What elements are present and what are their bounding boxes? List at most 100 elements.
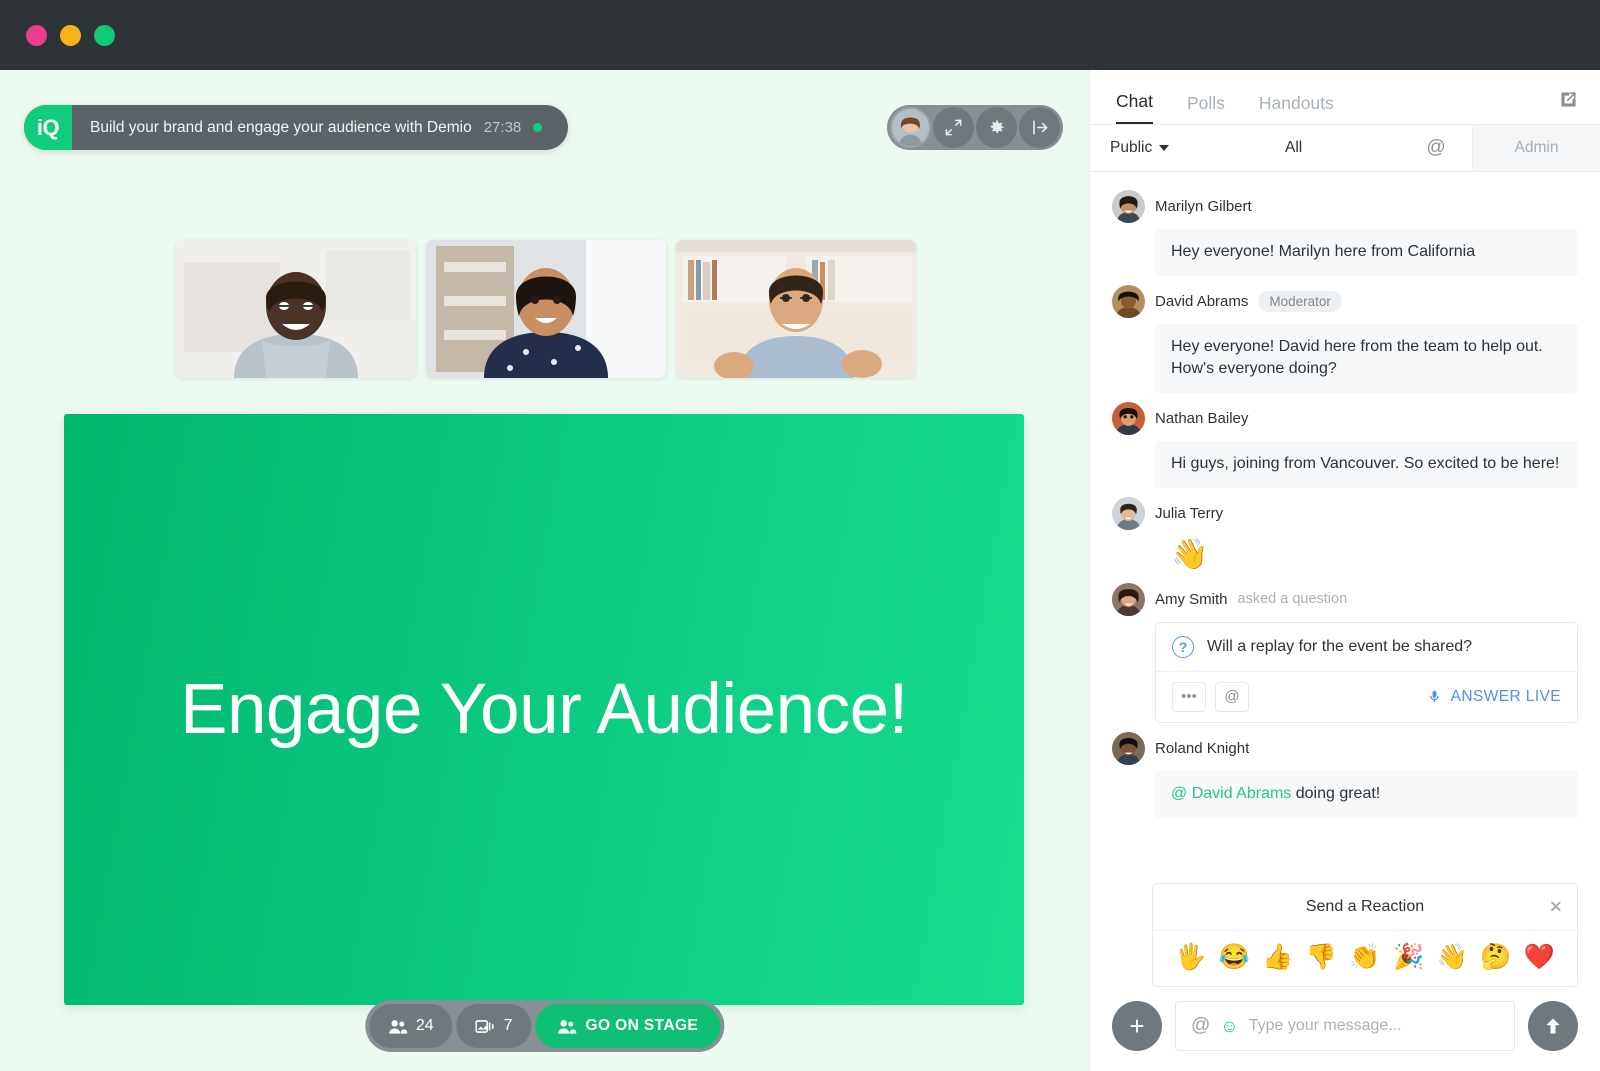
emoji-picker-icon[interactable]: ☺: [1220, 1016, 1238, 1037]
question-mark-icon: ?: [1172, 636, 1194, 658]
chat-message-header: Roland Knight: [1112, 732, 1578, 765]
slides-count: 7: [504, 1017, 513, 1035]
reaction-emoji-thinking[interactable]: 🤔: [1480, 943, 1511, 972]
filter-admin-tab[interactable]: Admin: [1472, 125, 1600, 171]
reaction-emoji-joy[interactable]: 😂: [1219, 943, 1250, 972]
reaction-emoji-raised-hand[interactable]: 🖐: [1175, 943, 1206, 972]
external-link-icon[interactable]: [1559, 90, 1578, 124]
gear-icon[interactable]: [976, 107, 1017, 148]
slide-title: Engage Your Audience!: [180, 669, 908, 750]
add-attachment-button[interactable]: +: [1112, 1001, 1162, 1051]
chat-message-header: Amy Smith asked a question: [1112, 583, 1578, 616]
chat-message-list[interactable]: Marilyn Gilbert Hey everyone! Marilyn he…: [1090, 172, 1600, 877]
visibility-filter-label: Public: [1110, 139, 1152, 157]
presenter-video-tile[interactable]: [176, 240, 416, 378]
question-text: Will a replay for the event be shared?: [1207, 638, 1472, 656]
chat-composer: + @ ☺: [1090, 987, 1600, 1071]
reaction-emoji-clap[interactable]: 👏: [1349, 943, 1380, 972]
question-card-body: ? Will a replay for the event be shared?: [1156, 623, 1577, 671]
chat-message-header: Nathan Bailey: [1112, 402, 1578, 435]
send-reaction-panel: Send a Reaction ✕ 🖐 😂 👍 👎 👏 🎉 👋 🤔 ❤️: [1152, 883, 1578, 987]
chat-panel: Chat Polls Handouts Public All @ Admin: [1089, 70, 1600, 1071]
chat-message-author: Julia Terry: [1155, 505, 1223, 522]
status-badge: Moderator: [1258, 291, 1342, 312]
chat-message: Roland Knight @ David Abrams doing great…: [1112, 732, 1578, 818]
visibility-filter-dropdown[interactable]: Public: [1090, 125, 1187, 171]
tab-chat[interactable]: Chat: [1116, 91, 1153, 124]
chat-message-author: Nathan Bailey: [1155, 410, 1248, 427]
attendees-count: 24: [416, 1017, 434, 1035]
stage-bottom-toolbar: 24 7 GO ON STAGE: [365, 1000, 724, 1052]
reaction-emoji-party-popper[interactable]: 🎉: [1393, 943, 1424, 972]
tab-polls[interactable]: Polls: [1187, 93, 1225, 124]
chat-message: Julia Terry 👋: [1112, 497, 1578, 574]
close-icon[interactable]: ✕: [1549, 899, 1563, 916]
chat-message-subtitle: asked a question: [1238, 591, 1348, 607]
chat-message-text: Hey everyone! Marilyn here from Californ…: [1155, 229, 1578, 276]
window-maximize-button[interactable]: [94, 25, 115, 46]
chat-message-header: Julia Terry: [1112, 497, 1578, 530]
send-arrow-icon: [1543, 1016, 1563, 1036]
go-on-stage-button[interactable]: GO ON STAGE: [536, 1004, 721, 1048]
exit-icon[interactable]: [1019, 107, 1060, 148]
filter-all-tab[interactable]: All: [1187, 125, 1400, 171]
body-split: iQ Build your brand and engage your audi…: [0, 70, 1600, 1071]
reaction-emoji-wave[interactable]: 👋: [1437, 943, 1468, 972]
reaction-emoji-thumbs-up[interactable]: 👍: [1262, 943, 1293, 972]
chat-tabs: Chat Polls Handouts: [1090, 70, 1600, 125]
chat-message-text: Hi guys, joining from Vancouver. So exci…: [1155, 441, 1578, 488]
presenter-video-tile[interactable]: [426, 240, 666, 378]
send-message-button[interactable]: [1528, 1001, 1578, 1051]
window-close-button[interactable]: [26, 25, 47, 46]
reaction-emoji-heart[interactable]: ❤️: [1524, 943, 1555, 972]
host-avatar[interactable]: [890, 107, 931, 148]
chat-message-emoji: 👋: [1155, 536, 1578, 574]
chat-message: Nathan Bailey Hi guys, joining from Vanc…: [1112, 402, 1578, 488]
message-input[interactable]: [1249, 1017, 1499, 1035]
answer-live-label: ANSWER LIVE: [1451, 688, 1561, 706]
presenter-video-tile[interactable]: [676, 240, 916, 378]
go-on-stage-label: GO ON STAGE: [586, 1017, 699, 1035]
avatar[interactable]: [1112, 732, 1145, 765]
question-card-actions: ••• @ ANSWER LIVE: [1156, 671, 1577, 722]
chat-message-author: Amy Smith: [1155, 591, 1228, 608]
question-card: ? Will a replay for the event be shared?…: [1155, 622, 1578, 723]
mention-link[interactable]: @ David Abrams: [1171, 785, 1291, 802]
presenter-video-strip: [176, 240, 916, 378]
stage-top-controls: [887, 105, 1063, 150]
message-input-wrapper[interactable]: @ ☺: [1175, 1001, 1515, 1051]
chat-message-body: doing great!: [1291, 785, 1380, 802]
reaction-emoji-row: 🖐 😂 👍 👎 👏 🎉 👋 🤔 ❤️: [1153, 931, 1577, 986]
chat-question-message: Amy Smith asked a question ? Will a repl…: [1112, 583, 1578, 723]
slides-count-button[interactable]: 7: [457, 1004, 532, 1048]
chat-message-author: Marilyn Gilbert: [1155, 198, 1252, 215]
session-info-bar: iQ Build your brand and engage your audi…: [24, 105, 568, 150]
session-meta: Build your brand and engage your audienc…: [72, 105, 568, 150]
chat-message-author: Roland Knight: [1155, 740, 1249, 757]
tab-handouts[interactable]: Handouts: [1259, 93, 1334, 124]
window-titlebar: [0, 0, 1600, 70]
chat-message: David Abrams Moderator Hey everyone! Dav…: [1112, 285, 1578, 393]
session-title: Build your brand and engage your audienc…: [90, 119, 472, 137]
filter-mentions-tab[interactable]: @: [1400, 125, 1472, 171]
avatar[interactable]: [1112, 583, 1145, 616]
chat-message: Marilyn Gilbert Hey everyone! Marilyn he…: [1112, 190, 1578, 276]
avatar[interactable]: [1112, 285, 1145, 318]
chat-message-header: Marilyn Gilbert: [1112, 190, 1578, 223]
more-options-button[interactable]: •••: [1172, 682, 1206, 712]
answer-live-button[interactable]: ANSWER LIVE: [1427, 688, 1561, 706]
mention-icon[interactable]: @: [1191, 1015, 1210, 1037]
attendees-count-button[interactable]: 24: [369, 1004, 453, 1048]
chat-message-text: Hey everyone! David here from the team t…: [1155, 324, 1578, 393]
mention-button[interactable]: @: [1215, 682, 1249, 712]
presentation-slide[interactable]: Engage Your Audience!: [64, 414, 1024, 1005]
window-minimize-button[interactable]: [60, 25, 81, 46]
expand-icon[interactable]: [933, 107, 974, 148]
avatar[interactable]: [1112, 497, 1145, 530]
brand-logo: iQ: [24, 105, 72, 150]
avatar[interactable]: [1112, 402, 1145, 435]
reaction-emoji-thumbs-down[interactable]: 👎: [1306, 943, 1337, 972]
chat-filter-row: Public All @ Admin: [1090, 125, 1600, 172]
app-window: iQ Build your brand and engage your audi…: [0, 0, 1600, 1071]
avatar[interactable]: [1112, 190, 1145, 223]
